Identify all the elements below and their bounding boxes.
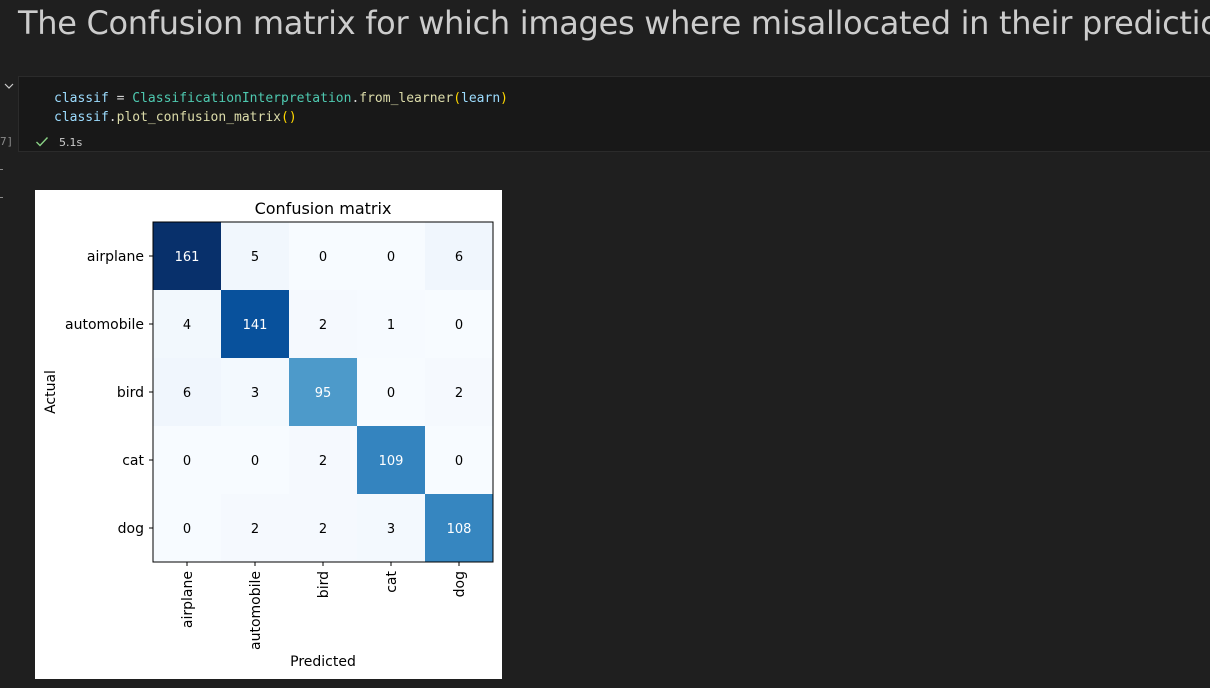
markdown-heading: The Confusion matrix for which images wh… bbox=[18, 4, 1210, 42]
confusion-matrix-chart: Confusion matrix 161 5 0 0 6 4 141 2 1 0 6 3 95 0 2 0 0 2 1… bbox=[43, 199, 494, 670]
cell-value-label: 2 bbox=[319, 454, 327, 469]
code-token: ) bbox=[500, 91, 508, 106]
code-token: from_learner bbox=[359, 91, 454, 106]
cell-value-label: 4 bbox=[183, 318, 191, 333]
cell-value-label: 2 bbox=[319, 522, 327, 537]
y-tick-label: dog bbox=[118, 521, 144, 537]
y-tick-label: cat bbox=[122, 453, 144, 469]
cell-value-label: 6 bbox=[455, 250, 463, 265]
y-tick-label: bird bbox=[117, 385, 144, 401]
cell-value-label: 109 bbox=[379, 454, 404, 469]
cell-value-label: 0 bbox=[183, 454, 191, 469]
code-token: learn bbox=[461, 91, 501, 106]
code-token: () bbox=[281, 110, 297, 125]
x-tick-label: automobile bbox=[248, 571, 264, 650]
cell-value-label: 0 bbox=[455, 318, 463, 333]
cell-value-label: 2 bbox=[455, 386, 463, 401]
code-token: classif bbox=[54, 110, 109, 125]
cell-value-label: 0 bbox=[387, 386, 395, 401]
cell-value-label: 0 bbox=[183, 522, 191, 537]
y-tick-label: automobile bbox=[65, 317, 144, 333]
x-tick-label: dog bbox=[452, 571, 468, 597]
execution-count: 7] bbox=[0, 135, 14, 148]
cell-output: Confusion matrix 161 5 0 0 6 4 141 2 1 0 6 3 95 0 2 0 0 2 1… bbox=[35, 190, 502, 679]
cell-value-label: 95 bbox=[315, 386, 332, 401]
cell-value-label: 0 bbox=[251, 454, 259, 469]
cell-value-label: 0 bbox=[387, 250, 395, 265]
code-token: classif bbox=[54, 91, 109, 106]
cell-value-label: 2 bbox=[319, 318, 327, 333]
x-axis-label: Predicted bbox=[290, 654, 356, 670]
cell-value-label: 6 bbox=[183, 386, 191, 401]
cell-value-label: 161 bbox=[175, 250, 200, 265]
cell-value-label: 3 bbox=[251, 386, 259, 401]
y-axis-label: Actual bbox=[43, 370, 59, 414]
x-tick-label: bird bbox=[316, 571, 332, 598]
code-line-1[interactable]: classif = ClassificationInterpretation.f… bbox=[54, 91, 508, 107]
cell-value-label: 3 bbox=[387, 522, 395, 537]
gutter-marker bbox=[0, 197, 3, 198]
x-tick-label: airplane bbox=[180, 571, 196, 628]
y-tick-label: airplane bbox=[87, 249, 144, 265]
x-tick-label: cat bbox=[384, 570, 400, 592]
chevron-down-icon[interactable] bbox=[3, 80, 15, 92]
cell-value-label: 0 bbox=[455, 454, 463, 469]
code-token: plot_confusion_matrix bbox=[116, 110, 281, 125]
gutter-marker bbox=[0, 169, 3, 170]
check-icon bbox=[36, 137, 49, 147]
execution-time: 5.1s bbox=[59, 135, 83, 149]
cell-value-label: 108 bbox=[447, 522, 472, 537]
cell-value-label: 2 bbox=[251, 522, 259, 537]
cell-value-label: 141 bbox=[243, 318, 268, 333]
cell-value-label: 0 bbox=[319, 250, 327, 265]
code-token: . bbox=[108, 110, 117, 125]
cell-value-label: 1 bbox=[387, 318, 395, 333]
cell-status: 5.1s bbox=[35, 134, 82, 150]
code-token: ClassificationInterpretation bbox=[132, 91, 352, 106]
code-line-2[interactable]: classif.plot_confusion_matrix() bbox=[54, 110, 297, 126]
code-token: ( bbox=[453, 91, 462, 106]
code-cell[interactable]: classif = ClassificationInterpretation. f… bbox=[18, 76, 1210, 152]
chart-title: Confusion matrix bbox=[255, 199, 392, 218]
code-token: = bbox=[108, 91, 133, 106]
cell-value-label: 5 bbox=[251, 250, 259, 265]
